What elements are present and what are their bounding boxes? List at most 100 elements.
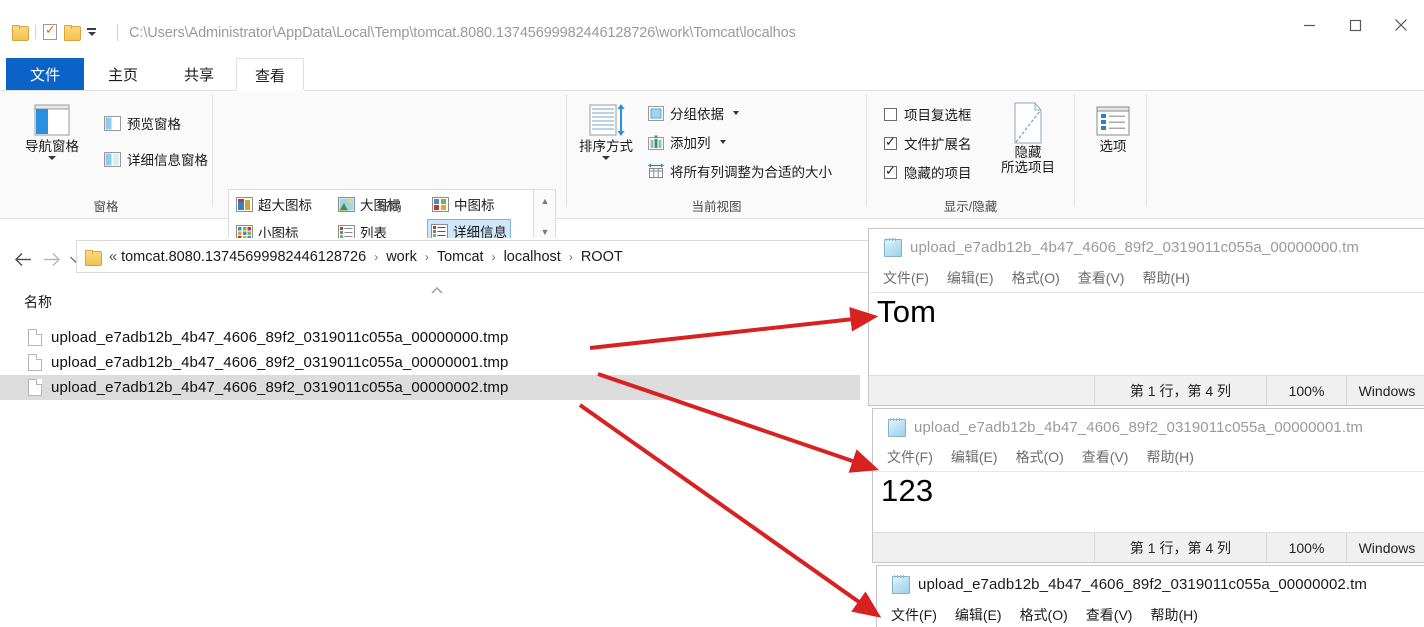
tab-file[interactable]: 文件 (6, 58, 84, 91)
notepad-text-area-0[interactable]: Tom (869, 292, 1424, 375)
navigation-pane-caret-icon[interactable] (48, 156, 56, 160)
preview-pane-icon (104, 115, 121, 131)
file-extensions-option[interactable]: 文件扩展名 (884, 133, 972, 153)
breadcrumb-separator-0[interactable]: › (370, 250, 382, 264)
folder-icon[interactable] (12, 25, 29, 41)
tab-share[interactable]: 共享 (162, 58, 236, 91)
title-bar: C:\Users\Administrator\AppData\Local\Tem… (0, 0, 1424, 84)
file-extensions-label: 文件扩展名 (904, 137, 972, 152)
add-columns-label: 添加列 (670, 136, 711, 151)
notepad-icon (883, 238, 902, 257)
menu-format[interactable]: 格式(O) (1020, 605, 1068, 625)
group-by-icon (648, 105, 664, 121)
hidden-items-label: 隐藏的项目 (904, 166, 972, 181)
address-folder-icon (85, 249, 102, 266)
notepad-title-bar-1: upload_e7adb12b_4b47_4606_89f2_0319011c0… (873, 409, 1424, 445)
status-position-0: 第 1 行，第 4 列 (1094, 376, 1266, 405)
table-row[interactable]: upload_e7adb12b_4b47_4606_89f2_0319011c0… (0, 350, 860, 375)
breadcrumb-separator-1[interactable]: › (421, 250, 433, 264)
menu-edit[interactable]: 编辑(E) (951, 447, 998, 467)
menu-edit[interactable]: 编辑(E) (955, 605, 1002, 625)
menu-file[interactable]: 文件(F) (887, 447, 933, 467)
file-extensions-checkbox[interactable] (884, 134, 897, 150)
hide-selected-items-icon (1014, 102, 1042, 144)
notepad-title-bar-0: upload_e7adb12b_4b47_4606_89f2_0319011c0… (869, 229, 1424, 265)
breadcrumb-overflow[interactable]: « (109, 249, 117, 265)
menu-help[interactable]: 帮助(H) (1142, 268, 1189, 288)
notepad-text-area-1[interactable]: 123 (873, 471, 1424, 532)
status-zoom-0: 100% (1266, 376, 1346, 405)
group-by-button[interactable]: 分组依据 (648, 103, 739, 123)
screen-root: C:\Users\Administrator\AppData\Local\Tem… (0, 0, 1424, 627)
group-by-label: 分组依据 (670, 107, 724, 122)
menu-help[interactable]: 帮助(H) (1150, 605, 1197, 625)
notepad-window-0[interactable]: upload_e7adb12b_4b47_4606_89f2_0319011c0… (868, 228, 1424, 406)
file-icon (28, 354, 42, 371)
table-row[interactable]: upload_e7adb12b_4b47_4606_89f2_0319011c0… (0, 375, 860, 400)
menu-view[interactable]: 查看(V) (1082, 447, 1129, 467)
sort-by-icon (589, 104, 625, 136)
preview-pane-label: 预览窗格 (127, 117, 181, 132)
group-label-show-hide: 显示/隐藏 (943, 200, 998, 214)
hidden-items-option[interactable]: 隐藏的项目 (884, 162, 972, 182)
maximize-button[interactable] (1332, 8, 1378, 42)
sort-by-caret-icon[interactable] (602, 156, 610, 160)
menu-help[interactable]: 帮助(H) (1146, 447, 1193, 467)
add-columns-caret-icon[interactable] (719, 140, 726, 144)
sort-ascending-indicator-icon (430, 286, 444, 298)
notepad-title-bar-2: upload_e7adb12b_4b47_4606_89f2_0319011c0… (877, 566, 1424, 602)
customize-quick-access-chevron-icon[interactable] (87, 28, 96, 36)
add-columns-icon (648, 135, 664, 150)
breadcrumb-item-0[interactable]: tomcat.8080.13745699982446128726 (121, 249, 366, 265)
tab-home[interactable]: 主页 (84, 58, 162, 91)
add-columns-button[interactable]: 添加列 (648, 132, 726, 152)
breadcrumb-item-3[interactable]: localhost (504, 249, 561, 265)
tab-view[interactable]: 查看 (236, 58, 304, 92)
group-label-panes: 窗格 (93, 200, 119, 214)
menu-view[interactable]: 查看(V) (1078, 268, 1125, 288)
item-checkboxes-checkbox[interactable] (884, 107, 897, 121)
hide-selected-items-button[interactable]: 隐藏 所选项目 (990, 101, 1066, 175)
breadcrumb-item-2[interactable]: Tomcat (437, 249, 484, 265)
table-row[interactable]: upload_e7adb12b_4b47_4606_89f2_0319011c0… (0, 325, 860, 350)
forward-button[interactable] (40, 248, 62, 270)
breadcrumb-item-1[interactable]: work (386, 249, 417, 265)
group-divider-4 (1074, 95, 1075, 207)
details-pane-icon (104, 151, 121, 167)
group-label-layout: 布局 (376, 200, 402, 214)
breadcrumb-item-4[interactable]: ROOT (581, 249, 623, 265)
notepad-status-bar-1: 第 1 行，第 4 列 100% Windows (873, 532, 1424, 562)
notepad-title-2: upload_e7adb12b_4b47_4606_89f2_0319011c0… (918, 575, 1367, 593)
notepad-window-2[interactable]: upload_e7adb12b_4b47_4606_89f2_0319011c0… (876, 565, 1424, 627)
menu-view[interactable]: 查看(V) (1086, 605, 1133, 625)
new-folder-icon[interactable] (64, 25, 81, 41)
navigation-pane-button[interactable]: 导航窗格 (10, 103, 94, 160)
title-divider (117, 24, 118, 41)
menu-format[interactable]: 格式(O) (1016, 447, 1064, 467)
properties-checkbox-icon[interactable] (43, 22, 57, 40)
menu-format[interactable]: 格式(O) (1012, 268, 1060, 288)
details-pane-button[interactable]: 详细信息窗格 (104, 149, 208, 169)
menu-file[interactable]: 文件(F) (883, 268, 929, 288)
preview-pane-button[interactable]: 预览窗格 (104, 113, 181, 133)
back-button[interactable] (12, 248, 34, 270)
group-by-caret-icon[interactable] (733, 111, 739, 115)
size-all-columns-button[interactable]: 将所有列调整为合适的大小 (648, 161, 832, 181)
hidden-items-checkbox[interactable] (884, 163, 897, 179)
breadcrumb-separator-3[interactable]: › (565, 250, 577, 264)
menu-edit[interactable]: 编辑(E) (947, 268, 994, 288)
file-name: upload_e7adb12b_4b47_4606_89f2_0319011c0… (51, 379, 509, 396)
close-button[interactable] (1378, 8, 1424, 42)
menu-file[interactable]: 文件(F) (891, 605, 937, 625)
window-title-path: C:\Users\Administrator\AppData\Local\Tem… (129, 25, 796, 41)
item-checkboxes-option[interactable]: 项目复选框 (884, 104, 972, 124)
item-checkboxes-label: 项目复选框 (904, 108, 972, 123)
options-button[interactable]: 选项 (1082, 105, 1144, 154)
column-header-name[interactable]: 名称 (24, 292, 52, 312)
breadcrumb-separator-2[interactable]: › (488, 250, 500, 264)
notepad-window-1[interactable]: upload_e7adb12b_4b47_4606_89f2_0319011c0… (872, 408, 1424, 563)
notepad-title-1: upload_e7adb12b_4b47_4606_89f2_0319011c0… (914, 418, 1363, 436)
navigation-pane-label: 导航窗格 (25, 139, 79, 154)
minimize-button[interactable] (1286, 8, 1332, 42)
sort-by-button[interactable]: 排序方式 (570, 103, 642, 160)
